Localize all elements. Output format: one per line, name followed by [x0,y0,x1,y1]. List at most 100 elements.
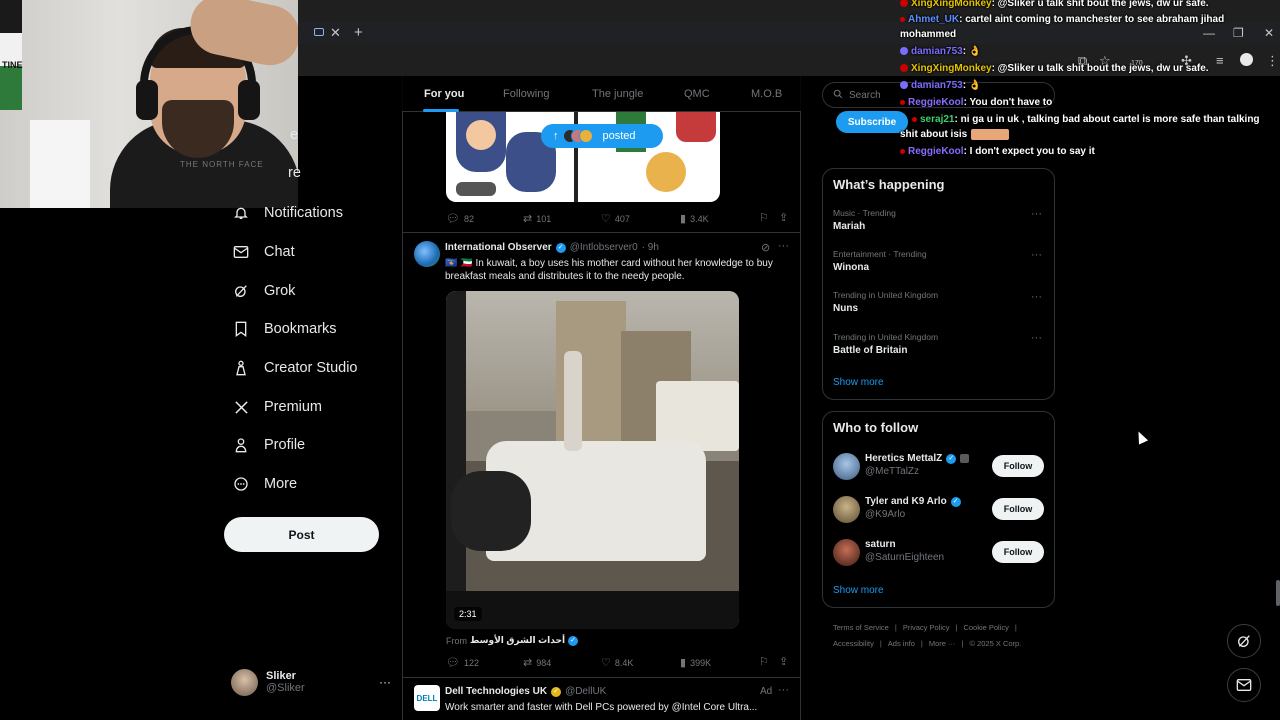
tab-following[interactable]: Following [503,88,549,100]
more-icon[interactable]: ··· [1031,332,1042,344]
privacy-link[interactable]: Privacy Policy [903,623,950,632]
more-icon[interactable]: ··· [1031,291,1042,303]
bookmark-button[interactable]: ⚐ [759,655,769,668]
share-button[interactable]: ⇪ [779,211,788,224]
accessibility-link[interactable]: Accessibility [833,639,874,648]
nav-profile[interactable]: Profile [232,430,305,460]
chat-username: damian753 [911,80,963,91]
follow-button[interactable]: Follow [992,541,1044,563]
show-more-follow[interactable]: Show more [833,585,884,596]
source-name[interactable]: أحداث الشرق الأوسط [470,635,565,646]
avatar[interactable] [833,539,860,566]
trend-item[interactable]: Trending in United Kingdom Battle of Bri… [833,332,938,356]
divider [403,677,801,678]
chat-message: shit about isis [900,127,1280,142]
share-button[interactable]: ⇪ [779,655,788,668]
trend-meta: Music · Trending [833,208,896,218]
show-more-trends[interactable]: Show more [833,377,884,388]
reply-button[interactable]: 💬︎ 122 [446,656,479,669]
views-button[interactable]: ▮ 3.4K [680,212,709,225]
more-icon[interactable]: ··· [778,684,789,696]
trend-item[interactable]: Trending in United Kingdom Nuns [833,290,938,314]
more-link[interactable]: More ··· [929,639,956,648]
arrow-up-icon: ↑ [553,130,559,142]
grok-fab-button[interactable] [1227,624,1261,658]
chat-text: shit about isis [900,129,968,140]
nav-bookmarks[interactable]: Bookmarks [232,314,337,344]
tab-mob[interactable]: M.O.B [751,88,782,100]
tab-qmc[interactable]: QMC [684,88,710,100]
chat-message: damian753: 👌 [900,44,1280,59]
bell-icon [232,204,250,222]
tab-close-button[interactable]: ✕ [330,25,341,41]
like-button[interactable]: ♡ 8.4K [601,656,633,669]
follow-suggestion[interactable]: Heretics MettalZ ✓ @MeTTalZz [865,453,970,477]
tweet-author-handle[interactable]: @Intlobserver0 [570,242,638,253]
chat-message: XingXingMonkey: @Sliker u talk shit bout… [900,61,1280,76]
trend-item[interactable]: Entertainment · Trending Winona [833,249,927,273]
cookie-link[interactable]: Cookie Policy [963,623,1008,632]
follow-suggestion[interactable]: saturn @SaturnEighteen [865,539,944,563]
nav-more[interactable]: More [232,469,297,499]
grok-icon[interactable]: ⊘ [761,241,770,254]
nav-premium[interactable]: Premium [232,392,322,422]
follow-button[interactable]: Follow [992,498,1044,520]
avatar[interactable] [833,453,860,480]
repost-button[interactable]: ⇄ 101 [523,212,551,225]
repost-icon: ⇄ [523,213,533,225]
nav-label: Notifications [264,205,343,221]
nav-creator-studio[interactable]: Creator Studio [232,353,358,383]
chat-badge-icon [900,47,908,56]
like-button[interactable]: ♡ 407 [601,212,630,225]
avatar[interactable] [414,241,440,267]
subscribe-button[interactable]: Subscribe [836,111,908,133]
bookmark-button[interactable]: ⚐ [759,211,769,224]
wall-poster [0,0,22,110]
tweet-time[interactable]: · 9h [642,242,659,253]
more-icon[interactable]: ··· [778,240,789,252]
chat-username: ReggieKool [908,97,964,108]
messages-fab-button[interactable] [1227,668,1261,702]
tweet-author-name[interactable]: Dell Technologies UK [445,686,547,697]
verified-icon: ✓ [551,686,562,697]
tab-for-you[interactable]: For you [424,88,464,100]
reply-button[interactable]: 💬︎ 82 [446,212,474,225]
more-circle-icon [232,475,250,493]
nav-notifications[interactable]: Notifications [232,198,343,228]
tab-the-jungle[interactable]: The jungle [592,88,643,100]
repost-button[interactable]: ⇄ 984 [523,656,551,669]
chat-text: mohammed [900,29,957,40]
new-posts-pill[interactable]: ↑ posted [541,124,663,148]
tweet-video[interactable] [446,291,739,629]
dell-logo[interactable]: DELL [414,685,440,711]
tweet-header: International Observer ✓ @Intlobserver0 … [445,242,659,253]
more-icon[interactable]: ··· [1031,208,1042,220]
nav-chat[interactable]: Chat [232,237,295,267]
views-button[interactable]: ▮ 399K [680,656,711,669]
follow-suggestion[interactable]: Tyler and K9 Arlo ✓ @K9Arlo [865,496,961,520]
post-button[interactable]: Post [224,517,379,552]
tweet-author-name[interactable]: International Observer [445,242,552,253]
footer-separator: | [1014,623,1017,632]
page-scrollbar[interactable] [1276,580,1280,606]
follow-button[interactable]: Follow [992,455,1044,477]
repost-icon: ⇄ [523,657,533,669]
terms-link[interactable]: Terms of Service [833,623,889,632]
chat-badge-icon [912,116,917,122]
tab-favicon-icon [314,28,324,36]
nav-grok[interactable]: Grok [232,276,295,306]
chat-text: : ni ga u in uk , talking bad about cart… [954,114,1260,125]
ads-info-link[interactable]: Ads info [888,639,915,648]
nav-partial-label[interactable]: e [290,127,298,143]
person-icon [232,436,250,454]
account-more-icon[interactable]: ··· [379,675,391,689]
tweet-author-handle[interactable]: @DellUK [565,686,606,697]
new-tab-button[interactable]: + [354,24,363,41]
nav-partial-label[interactable]: re [288,165,301,181]
like-count: 407 [614,213,630,224]
chat-username: damian753 [911,46,963,57]
avatar[interactable] [833,496,860,523]
trend-item[interactable]: Music · Trending Mariah [833,208,896,232]
more-icon[interactable]: ··· [1031,249,1042,261]
account-switcher[interactable]: Sliker @Sliker ··· [231,667,391,697]
